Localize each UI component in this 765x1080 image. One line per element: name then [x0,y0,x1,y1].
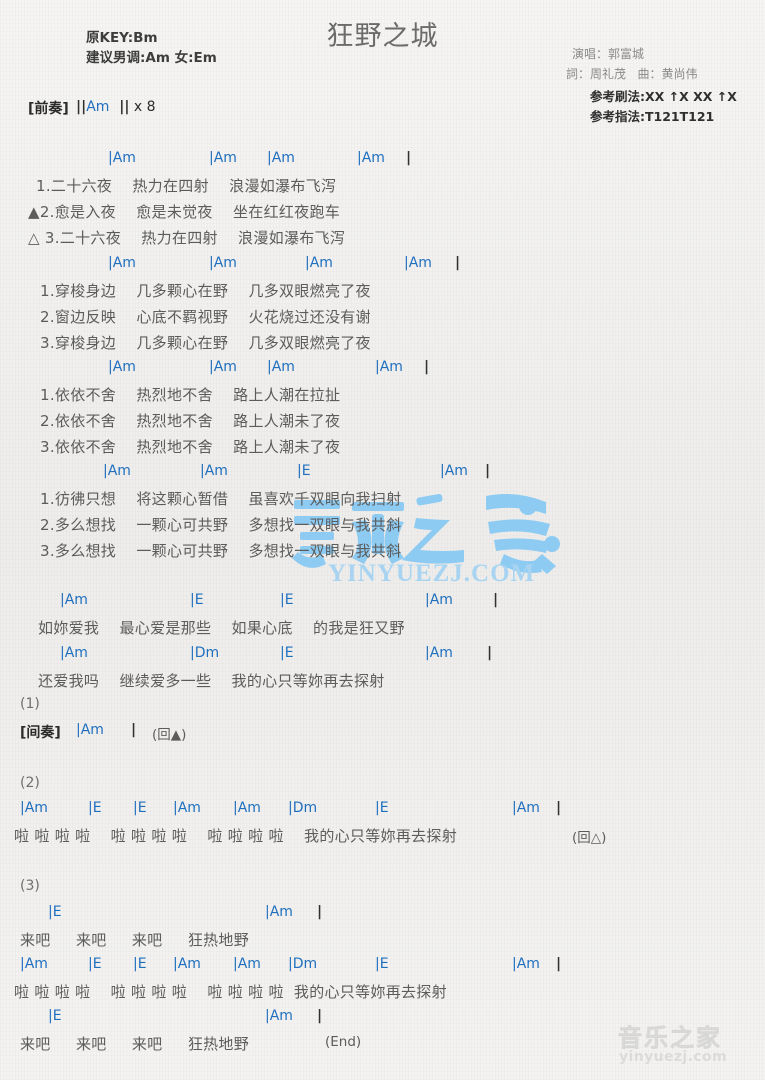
chord-label: |Am [209,255,237,271]
section-number-3: (3) [20,878,40,894]
measure-barline: | [317,904,323,920]
chord-label: |Am [20,956,48,972]
chord-label: |Am [357,150,385,166]
reference-strumming-pattern: 参考刷法:XX ↑X XX ↑X [590,89,737,104]
measure-barline: | [485,463,491,479]
lyric-line: 1.二十六夜 热力在四射 浪漫如瀑布飞泻 [36,177,337,195]
chord-label: |Am [440,463,468,479]
chord-label: |Am [305,255,333,271]
measure-barline: | [556,800,562,816]
repeat-note: (回▲) [152,727,187,743]
chord-label: |Am [60,645,88,661]
lyric-line: 来吧 来吧 来吧 狂热地野 [20,1035,250,1053]
chord-label: |E [48,1008,62,1024]
lyric-line: 如妳爱我 最心爱是那些 如果心底 的我是狂又野 [38,619,405,637]
measure-barline: | [455,255,461,271]
chord-label: |Am [108,359,136,375]
measure-barline: | [493,592,499,608]
measure-barline: | [424,359,430,375]
writer-credit: 詞：周礼茂 曲：黄尚伟 [566,67,698,81]
chord-label: |Dm [288,800,318,816]
chord-label: |Dm [288,956,318,972]
chord-label: |Am [108,150,136,166]
chord-label: |Am [76,722,104,738]
chord-label: |E [280,592,294,608]
chord-label: |Am [425,592,453,608]
interlude-section-tag: [间奏] [20,725,61,741]
singer-credit: 演唱：郭富城 [572,47,645,61]
chord-label: |Am [60,592,88,608]
lyric-line: 2.多么想找 一颗心可共野 多想找一双眼与我共斜 [40,516,402,534]
lyric-line: 来吧 来吧 来吧 狂热地野 [20,931,250,949]
end-note: (End) [325,1034,362,1050]
lyric-line: 3.依依不舍 热烈地不舍 路上人潮未了夜 [40,438,341,456]
original-key-label: 原KEY:Bm [86,30,158,46]
chord-label: |E [88,956,102,972]
intro-chord-progression: ||Am || x 8 [76,99,156,115]
chord-label: |Am [108,255,136,271]
chord-label: |Am [265,1008,293,1024]
chord-label: |Am [375,359,403,375]
lyric-line: 1.依依不舍 热烈地不舍 路上人潮在拉扯 [40,386,341,404]
chord-label: |Am [173,800,201,816]
chord-label: |Am [209,150,237,166]
chord-label: |E [48,904,62,920]
section-number-1: (1) [20,696,40,712]
chord-label: |E [133,956,147,972]
chord-label: |Am [265,904,293,920]
chord-label: |Am [425,645,453,661]
chord-label: |Am [233,956,261,972]
lyric-line: 1.穿梭身边 几多颗心在野 几多双眼燃亮了夜 [40,282,371,300]
chord-label: |Am [200,463,228,479]
measure-barline: | [317,1008,323,1024]
measure-barline: | [487,645,493,661]
measure-barline: | [131,722,137,738]
chord-label: |Am [267,359,295,375]
suggested-key-label: 建议男调:Am 女:Em [86,50,217,66]
lyric-line: 2.依依不舍 热烈地不舍 路上人潮未了夜 [40,412,341,430]
section-number-2: (2) [20,775,40,791]
chord-label: |E [133,800,147,816]
chord-label: |E [375,800,389,816]
chord-label: |E [88,800,102,816]
lyric-line: 啦 啦 啦 啦 啦 啦 啦 啦 啦 啦 啦 啦 我的心只等妳再去探射 [14,827,458,845]
lyric-line: 1.彷彿只想 将这颗心暂借 虽喜欢千双眼向我扫射 [40,490,402,508]
chord-label: |E [190,592,204,608]
chord-label: |Am [103,463,131,479]
lyric-line: 3.多么想找 一颗心可共野 多想找一双眼与我共斜 [40,542,402,560]
lyric-line: 2.窗边反映 心底不羁视野 火花烧过还没有谢 [40,308,371,326]
chord-label: |E [297,463,311,479]
chord-label: |Am [512,800,540,816]
chord-label: |Am [404,255,432,271]
chord-label: |Am [233,800,261,816]
measure-barline: | [556,956,562,972]
measure-barline: | [406,150,412,166]
chord-label: |Am [209,359,237,375]
chord-label: |Dm [190,645,220,661]
chord-label: |Am [512,956,540,972]
chord-sheet: 狂野之城 原KEY:Bm 建议男调:Am 女:Em 演唱：郭富城 詞：周礼茂 曲… [0,0,765,1080]
lyric-line: 啦 啦 啦 啦 啦 啦 啦 啦 啦 啦 啦 啦 我的心只等妳再去探射 [14,983,447,1001]
lyric-line: ▲2.愈是入夜 愈是未觉夜 坐在红红夜跑车 [28,203,341,221]
intro-section-tag: [前奏] [28,101,69,117]
lyric-line: △ 3.二十六夜 热力在四射 浪漫如瀑布飞泻 [28,229,346,247]
lyric-line: 3.穿梭身边 几多颗心在野 几多双眼燃亮了夜 [40,334,371,352]
chord-label: |Am [267,150,295,166]
chord-label: |E [280,645,294,661]
chord-label: |Am [173,956,201,972]
reference-picking-pattern: 参考指法:T121T121 [590,109,715,124]
repeat-note: (回△) [572,830,607,846]
chord-label: |E [375,956,389,972]
chord-label: |Am [20,800,48,816]
lyric-line: 还爱我吗 继续爱多一些 我的心只等妳再去探射 [38,672,385,690]
